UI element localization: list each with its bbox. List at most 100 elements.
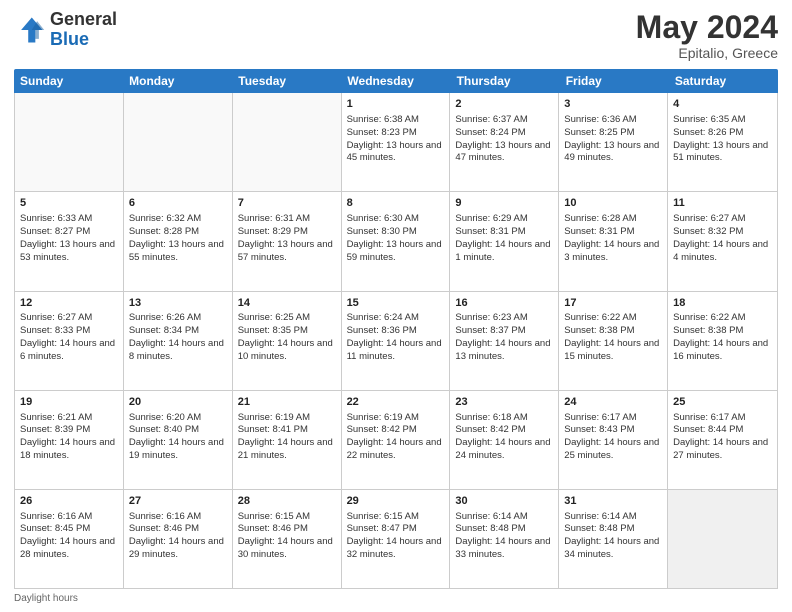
calendar-cell: 17Sunrise: 6:22 AMSunset: 8:38 PMDayligh…	[559, 292, 668, 390]
sunrise-text: Sunrise: 6:31 AM	[238, 213, 336, 226]
sunset-text: Sunset: 8:41 PM	[238, 424, 336, 437]
footer-note: Daylight hours	[14, 593, 778, 604]
calendar-cell: 4Sunrise: 6:35 AMSunset: 8:26 PMDaylight…	[668, 93, 777, 191]
calendar-cell: 19Sunrise: 6:21 AMSunset: 8:39 PMDayligh…	[15, 391, 124, 489]
daylight-text: Daylight: 14 hours and 24 minutes.	[455, 437, 553, 463]
day-number: 9	[455, 196, 553, 211]
sunrise-text: Sunrise: 6:14 AM	[564, 511, 662, 524]
daylight-text: Daylight: 13 hours and 45 minutes.	[347, 140, 445, 166]
calendar-cell: 28Sunrise: 6:15 AMSunset: 8:46 PMDayligh…	[233, 490, 342, 588]
calendar-cell: 14Sunrise: 6:25 AMSunset: 8:35 PMDayligh…	[233, 292, 342, 390]
day-header-tuesday: Tuesday	[232, 69, 341, 93]
daylight-text: Daylight: 14 hours and 21 minutes.	[238, 437, 336, 463]
day-number: 16	[455, 296, 553, 311]
daylight-text: Daylight: 13 hours and 47 minutes.	[455, 140, 553, 166]
sunrise-text: Sunrise: 6:26 AM	[129, 312, 227, 325]
sunrise-text: Sunrise: 6:28 AM	[564, 213, 662, 226]
calendar-cell: 5Sunrise: 6:33 AMSunset: 8:27 PMDaylight…	[15, 192, 124, 290]
calendar-cell: 9 Sunrise: 6:29 AMSunset: 8:31 PMDaylight…	[450, 192, 559, 290]
daylight-text: Daylight: 14 hours and 3 minutes.	[564, 239, 662, 265]
sunset-text: Sunset: 8:24 PM	[455, 127, 553, 140]
logo-general: General	[50, 10, 117, 30]
day-number: 29	[347, 494, 445, 509]
daylight-text: Daylight: 14 hours and 15 minutes.	[564, 338, 662, 364]
calendar-cell: 27Sunrise: 6:16 AMSunset: 8:46 PMDayligh…	[124, 490, 233, 588]
daylight-text: Daylight: 14 hours and 19 minutes.	[129, 437, 227, 463]
day-number: 26	[20, 494, 118, 509]
sunset-text: Sunset: 8:48 PM	[564, 523, 662, 536]
sunset-text: Sunset: 8:33 PM	[20, 325, 118, 338]
calendar-cell: 18Sunrise: 6:22 AMSunset: 8:38 PMDayligh…	[668, 292, 777, 390]
day-number: 7	[238, 196, 336, 211]
calendar: SundayMondayTuesdayWednesdayThursdayFrid…	[14, 69, 778, 589]
day-number: 4	[673, 97, 772, 112]
sunrise-text: Sunrise: 6:19 AM	[347, 412, 445, 425]
sunset-text: Sunset: 8:32 PM	[673, 226, 772, 239]
sunrise-text: Sunrise: 6:15 AM	[238, 511, 336, 524]
day-number: 8	[347, 196, 445, 211]
calendar-cell: 25Sunrise: 6:17 AMSunset: 8:44 PMDayligh…	[668, 391, 777, 489]
day-number: 28	[238, 494, 336, 509]
location-subtitle: Epitalio, Greece	[636, 45, 778, 61]
sunrise-text: Sunrise: 6:16 AM	[20, 511, 118, 524]
day-number: 23	[455, 395, 553, 410]
sunset-text: Sunset: 8:39 PM	[20, 424, 118, 437]
sunrise-text: Sunrise: 6:33 AM	[20, 213, 118, 226]
sunrise-text: Sunrise: 6:27 AM	[20, 312, 118, 325]
day-number: 17	[564, 296, 662, 311]
header: General Blue May 2024 Epitalio, Greece	[14, 10, 778, 61]
daylight-text: Daylight: 13 hours and 57 minutes.	[238, 239, 336, 265]
calendar-cell: 31Sunrise: 6:14 AMSunset: 8:48 PMDayligh…	[559, 490, 668, 588]
calendar-row-2: 5Sunrise: 6:33 AMSunset: 8:27 PMDaylight…	[15, 192, 777, 291]
day-header-friday: Friday	[560, 69, 669, 93]
daylight-text: Daylight: 14 hours and 32 minutes.	[347, 536, 445, 562]
day-number: 10	[564, 196, 662, 211]
calendar-cell: 20Sunrise: 6:20 AMSunset: 8:40 PMDayligh…	[124, 391, 233, 489]
sunrise-text: Sunrise: 6:22 AM	[564, 312, 662, 325]
day-header-saturday: Saturday	[669, 69, 778, 93]
day-number: 22	[347, 395, 445, 410]
sunset-text: Sunset: 8:29 PM	[238, 226, 336, 239]
day-number: 21	[238, 395, 336, 410]
calendar-row-4: 19Sunrise: 6:21 AMSunset: 8:39 PMDayligh…	[15, 391, 777, 490]
calendar-row-1: 1Sunrise: 6:38 AMSunset: 8:23 PMDaylight…	[15, 93, 777, 192]
sunrise-text: Sunrise: 6:32 AM	[129, 213, 227, 226]
sunset-text: Sunset: 8:31 PM	[455, 226, 553, 239]
daylight-text: Daylight: 14 hours and 28 minutes.	[20, 536, 118, 562]
sunrise-text: Sunrise: 6:27 AM	[673, 213, 772, 226]
calendar-cell: 15Sunrise: 6:24 AMSunset: 8:36 PMDayligh…	[342, 292, 451, 390]
day-number: 6	[129, 196, 227, 211]
daylight-text: Daylight: 14 hours and 10 minutes.	[238, 338, 336, 364]
day-number: 20	[129, 395, 227, 410]
sunset-text: Sunset: 8:28 PM	[129, 226, 227, 239]
daylight-text: Daylight: 14 hours and 33 minutes.	[455, 536, 553, 562]
daylight-text: Daylight: 14 hours and 16 minutes.	[673, 338, 772, 364]
logo-blue: Blue	[50, 30, 117, 50]
sunset-text: Sunset: 8:26 PM	[673, 127, 772, 140]
daylight-text: Daylight: 14 hours and 13 minutes.	[455, 338, 553, 364]
calendar-cell: 7 Sunrise: 6:31 AMSunset: 8:29 PMDaylight…	[233, 192, 342, 290]
calendar-cell	[124, 93, 233, 191]
sunrise-text: Sunrise: 6:22 AM	[673, 312, 772, 325]
daylight-text: Daylight: 13 hours and 59 minutes.	[347, 239, 445, 265]
sunrise-text: Sunrise: 6:17 AM	[564, 412, 662, 425]
sunset-text: Sunset: 8:23 PM	[347, 127, 445, 140]
day-number: 12	[20, 296, 118, 311]
daylight-text: Daylight: 14 hours and 1 minute.	[455, 239, 553, 265]
day-header-wednesday: Wednesday	[341, 69, 450, 93]
sunrise-text: Sunrise: 6:24 AM	[347, 312, 445, 325]
calendar-cell: 13Sunrise: 6:26 AMSunset: 8:34 PMDayligh…	[124, 292, 233, 390]
sunset-text: Sunset: 8:34 PM	[129, 325, 227, 338]
calendar-cell	[15, 93, 124, 191]
sunrise-text: Sunrise: 6:23 AM	[455, 312, 553, 325]
day-number: 1	[347, 97, 445, 112]
sunset-text: Sunset: 8:46 PM	[238, 523, 336, 536]
sunrise-text: Sunrise: 6:29 AM	[455, 213, 553, 226]
daylight-text: Daylight: 14 hours and 22 minutes.	[347, 437, 445, 463]
daylight-text: Daylight: 14 hours and 8 minutes.	[129, 338, 227, 364]
sunset-text: Sunset: 8:25 PM	[564, 127, 662, 140]
sunset-text: Sunset: 8:42 PM	[455, 424, 553, 437]
calendar-cell: 21Sunrise: 6:19 AMSunset: 8:41 PMDayligh…	[233, 391, 342, 489]
sunset-text: Sunset: 8:43 PM	[564, 424, 662, 437]
daylight-text: Daylight: 13 hours and 55 minutes.	[129, 239, 227, 265]
